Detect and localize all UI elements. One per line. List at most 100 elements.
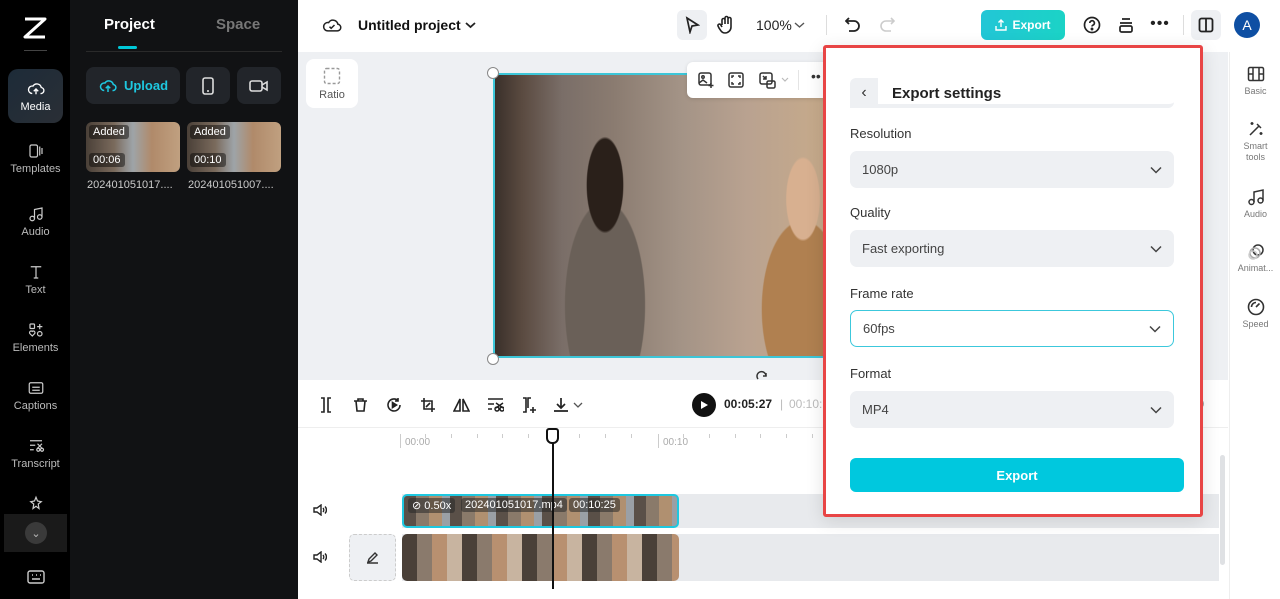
dialog-export-button[interactable]: Export	[850, 458, 1184, 492]
resize-handle[interactable]	[487, 353, 499, 365]
back-button[interactable]: ‹	[850, 78, 878, 108]
zoom-level[interactable]: 100%	[756, 17, 792, 33]
nav-item-text[interactable]: Text	[8, 252, 63, 306]
record-button[interactable]	[237, 67, 281, 104]
sidebar-item-label: Animat...	[1237, 263, 1274, 273]
nav-item-audio[interactable]: Audio	[8, 194, 63, 248]
ruler-label: 00:00	[405, 437, 431, 448]
layers-stack-icon[interactable]	[1118, 16, 1134, 34]
playhead-line[interactable]	[552, 430, 554, 589]
chevron-down-icon[interactable]	[781, 77, 789, 83]
phone-upload-button[interactable]	[186, 67, 230, 104]
chevron-down-icon[interactable]: ⌄	[25, 522, 47, 544]
reverse-play-icon[interactable]	[386, 397, 402, 413]
ruler-tick	[658, 434, 659, 448]
frame-rate-select[interactable]: 60fps	[850, 310, 1174, 347]
captions-icon	[28, 381, 43, 394]
toolbar-divider	[826, 15, 827, 35]
play-button[interactable]	[692, 393, 716, 417]
nav-item-label: Media	[20, 100, 51, 113]
trash-icon[interactable]	[353, 397, 368, 413]
quality-select[interactable]: Fast exporting	[850, 230, 1174, 267]
video-clip[interactable]	[402, 534, 679, 581]
nav-item-captions[interactable]: Captions	[8, 368, 63, 422]
clip-duration: 00:10:25	[569, 498, 620, 512]
toggle-panel-button[interactable]	[1191, 10, 1221, 40]
more-options-icon[interactable]: ••	[811, 68, 821, 84]
sidebar-item-speed[interactable]: Speed	[1230, 298, 1280, 330]
playhead-handle[interactable]	[546, 428, 559, 444]
ratio-label: Ratio	[319, 88, 345, 101]
crop-icon[interactable]	[420, 397, 436, 413]
media-name: 202401051017....	[87, 179, 173, 191]
cloud-saved-icon[interactable]	[322, 16, 342, 34]
cloud-upload-icon	[27, 82, 45, 94]
sidebar-item-audio[interactable]: Audio	[1230, 188, 1280, 220]
format-select[interactable]: MP4	[850, 391, 1174, 428]
replace-image-icon[interactable]	[698, 72, 715, 89]
upload-button[interactable]: Upload	[86, 67, 180, 104]
timeline-scrollbar[interactable]	[1220, 455, 1225, 565]
ruler-tick	[812, 434, 813, 438]
added-badge: Added	[190, 125, 230, 139]
edit-cover-button[interactable]	[349, 534, 396, 581]
sidebar-item-smart-tools[interactable]: Smart tools	[1230, 120, 1280, 163]
nav-item-elements[interactable]: Elements	[8, 310, 63, 364]
nav-item-label: Templates	[10, 162, 61, 175]
sidebar-item-label: Speed	[1242, 319, 1269, 329]
nav-item-templates[interactable]: Templates	[8, 131, 63, 185]
resolution-value: 1080p	[862, 162, 899, 177]
right-sidebar: Basic Smart tools Audio Animat... Speed	[1229, 52, 1280, 599]
tab-project[interactable]: Project	[104, 16, 155, 33]
select-tool-button[interactable]	[677, 10, 707, 40]
frame-rate-value: 60fps	[863, 321, 895, 336]
project-title[interactable]: Untitled project	[358, 17, 461, 33]
nav-item-transcript[interactable]: Transcript	[8, 426, 63, 480]
quality-label: Quality	[850, 205, 891, 220]
fit-screen-icon[interactable]	[728, 72, 744, 88]
smart-split-icon[interactable]	[521, 397, 537, 414]
picture-in-picture-icon[interactable]	[759, 72, 776, 89]
clip-speed: ⊘ 0.50x	[408, 498, 456, 513]
magic-wand-icon	[1248, 122, 1262, 136]
format-label: Format	[850, 366, 892, 381]
video-camera-icon	[249, 79, 268, 92]
mirror-icon[interactable]	[453, 397, 470, 413]
nav-item-media[interactable]: Media	[8, 69, 63, 123]
media-thumbnail[interactable]: Added 00:10	[187, 122, 281, 172]
more-options-icon[interactable]: •••	[1150, 14, 1170, 34]
media-thumbnail[interactable]: Added 00:06	[86, 122, 180, 172]
toolbar-divider	[798, 70, 799, 90]
time-separator: |	[780, 397, 784, 411]
chevron-down-icon[interactable]	[465, 20, 476, 30]
resolution-select[interactable]: 1080p	[850, 151, 1174, 188]
export-button[interactable]: Export	[981, 10, 1065, 40]
tab-underline	[118, 46, 137, 49]
chevron-down-icon[interactable]	[794, 21, 805, 29]
redo-icon[interactable]	[879, 16, 895, 34]
ratio-button[interactable]: Ratio	[306, 59, 358, 108]
keyboard-icon[interactable]	[27, 570, 45, 584]
ruler-tick	[451, 434, 452, 438]
chevron-left-icon: ‹	[861, 84, 867, 101]
download-icon[interactable]	[553, 397, 569, 413]
split-icon[interactable]	[319, 397, 333, 413]
tab-space[interactable]: Space	[216, 16, 260, 33]
hand-tool-icon[interactable]	[717, 15, 735, 35]
video-clip-selected[interactable]: ⊘ 0.50x 202401051017.mp4 00:10:25	[402, 494, 679, 528]
dialog-title: Export settings	[892, 85, 1002, 102]
sidebar-item-label: Basic	[1244, 86, 1267, 96]
ruler-tick	[502, 434, 503, 438]
undo-icon[interactable]	[845, 16, 861, 34]
volume-icon[interactable]	[313, 504, 327, 516]
sidebar-item-basic[interactable]: Basic	[1230, 65, 1280, 97]
resize-handle[interactable]	[487, 67, 499, 79]
video-preview[interactable]	[493, 73, 833, 358]
volume-icon[interactable]	[313, 551, 327, 563]
sidebar-item-animation[interactable]: Animat...	[1230, 242, 1280, 274]
chevron-down-icon[interactable]	[573, 402, 583, 409]
help-icon[interactable]	[1083, 16, 1101, 34]
avatar[interactable]: A	[1234, 12, 1260, 38]
remove-background-icon[interactable]	[487, 397, 504, 413]
chevron-down-icon	[1150, 406, 1162, 414]
